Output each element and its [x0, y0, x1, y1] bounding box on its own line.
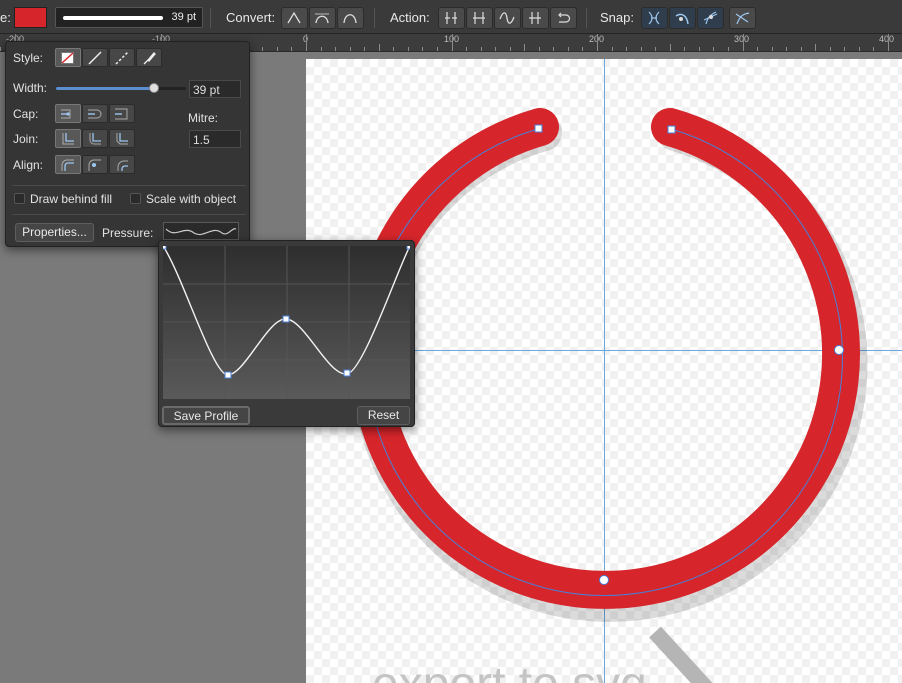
curve-node — [159, 242, 167, 250]
pressure-label: Pressure: — [102, 226, 154, 240]
style-brush-button[interactable] — [136, 48, 162, 67]
style-solid-button[interactable] — [82, 48, 108, 67]
path-node-start — [534, 124, 543, 133]
mitre-field[interactable]: 1.5 — [189, 130, 241, 148]
cap-label: Cap: — [13, 107, 39, 121]
butt-cap-icon — [61, 109, 71, 119]
join-bevel-button[interactable] — [109, 129, 135, 148]
style-dashed-button[interactable] — [109, 48, 135, 67]
round-cap-icon — [88, 109, 102, 119]
draw-behind-fill-checkbox[interactable] — [14, 193, 25, 204]
cap-butt-button[interactable] — [55, 104, 81, 123]
width-slider-knob[interactable] — [148, 83, 159, 93]
align-outside-icon — [117, 160, 128, 171]
mitre-label: Mitre: — [188, 111, 218, 125]
path-node-right — [834, 345, 844, 355]
bevel-join-icon — [116, 133, 128, 145]
pressure-profile-popup: Save Profile Reset — [158, 240, 415, 427]
pressure-wave-icon — [165, 228, 237, 236]
width-label: Width: — [13, 81, 48, 95]
scale-with-object-label: Scale with object — [146, 192, 237, 206]
stroke-panel: Style: Width: 39 pt Cap: Mitre: 1.5 Join… — [5, 41, 250, 247]
round-join-icon — [89, 133, 101, 145]
align-label: Align: — [13, 158, 44, 172]
join-label: Join: — [13, 132, 39, 146]
dashed-line-icon — [115, 51, 129, 65]
width-slider[interactable] — [56, 83, 186, 93]
square-cap-icon — [115, 108, 128, 120]
curve-node — [343, 369, 351, 377]
pressure-graph[interactable] — [159, 242, 414, 399]
curve-node — [406, 242, 414, 250]
save-profile-button[interactable]: Save Profile — [162, 406, 250, 425]
style-none-button[interactable] — [55, 48, 81, 67]
path-node-bottom — [599, 575, 609, 585]
width-field[interactable]: 39 pt — [189, 80, 241, 98]
miter-join-icon — [62, 133, 74, 145]
watermark-check-mark — [649, 626, 713, 683]
curve-node — [224, 371, 232, 379]
brush-icon — [143, 52, 156, 65]
align-center-icon — [61, 159, 74, 171]
panel-divider — [12, 185, 246, 186]
scale-with-object-checkbox[interactable] — [130, 193, 141, 204]
cap-square-button[interactable] — [109, 104, 135, 123]
align-center-button[interactable] — [55, 155, 81, 174]
curve-node — [282, 315, 290, 323]
pressure-curve-editor[interactable] — [159, 242, 414, 399]
panel-divider — [12, 214, 246, 215]
no-stroke-icon — [61, 52, 74, 64]
align-outside-button[interactable] — [109, 155, 135, 174]
pressure-preview-button[interactable] — [163, 222, 239, 240]
join-miter-button[interactable] — [55, 129, 81, 148]
path-node-end — [667, 125, 676, 134]
properties-button[interactable]: Properties... — [15, 223, 94, 242]
draw-behind-fill-label: Draw behind fill — [30, 192, 113, 206]
cap-round-button[interactable] — [82, 104, 108, 123]
align-inside-icon — [88, 159, 101, 171]
width-slider-fill — [56, 87, 154, 90]
solid-line-icon — [88, 51, 102, 65]
watermark-text: export to svg — [372, 658, 647, 683]
style-label: Style: — [13, 51, 44, 65]
join-round-button[interactable] — [82, 129, 108, 148]
reset-button[interactable]: Reset — [357, 406, 410, 425]
align-inside-button[interactable] — [82, 155, 108, 174]
